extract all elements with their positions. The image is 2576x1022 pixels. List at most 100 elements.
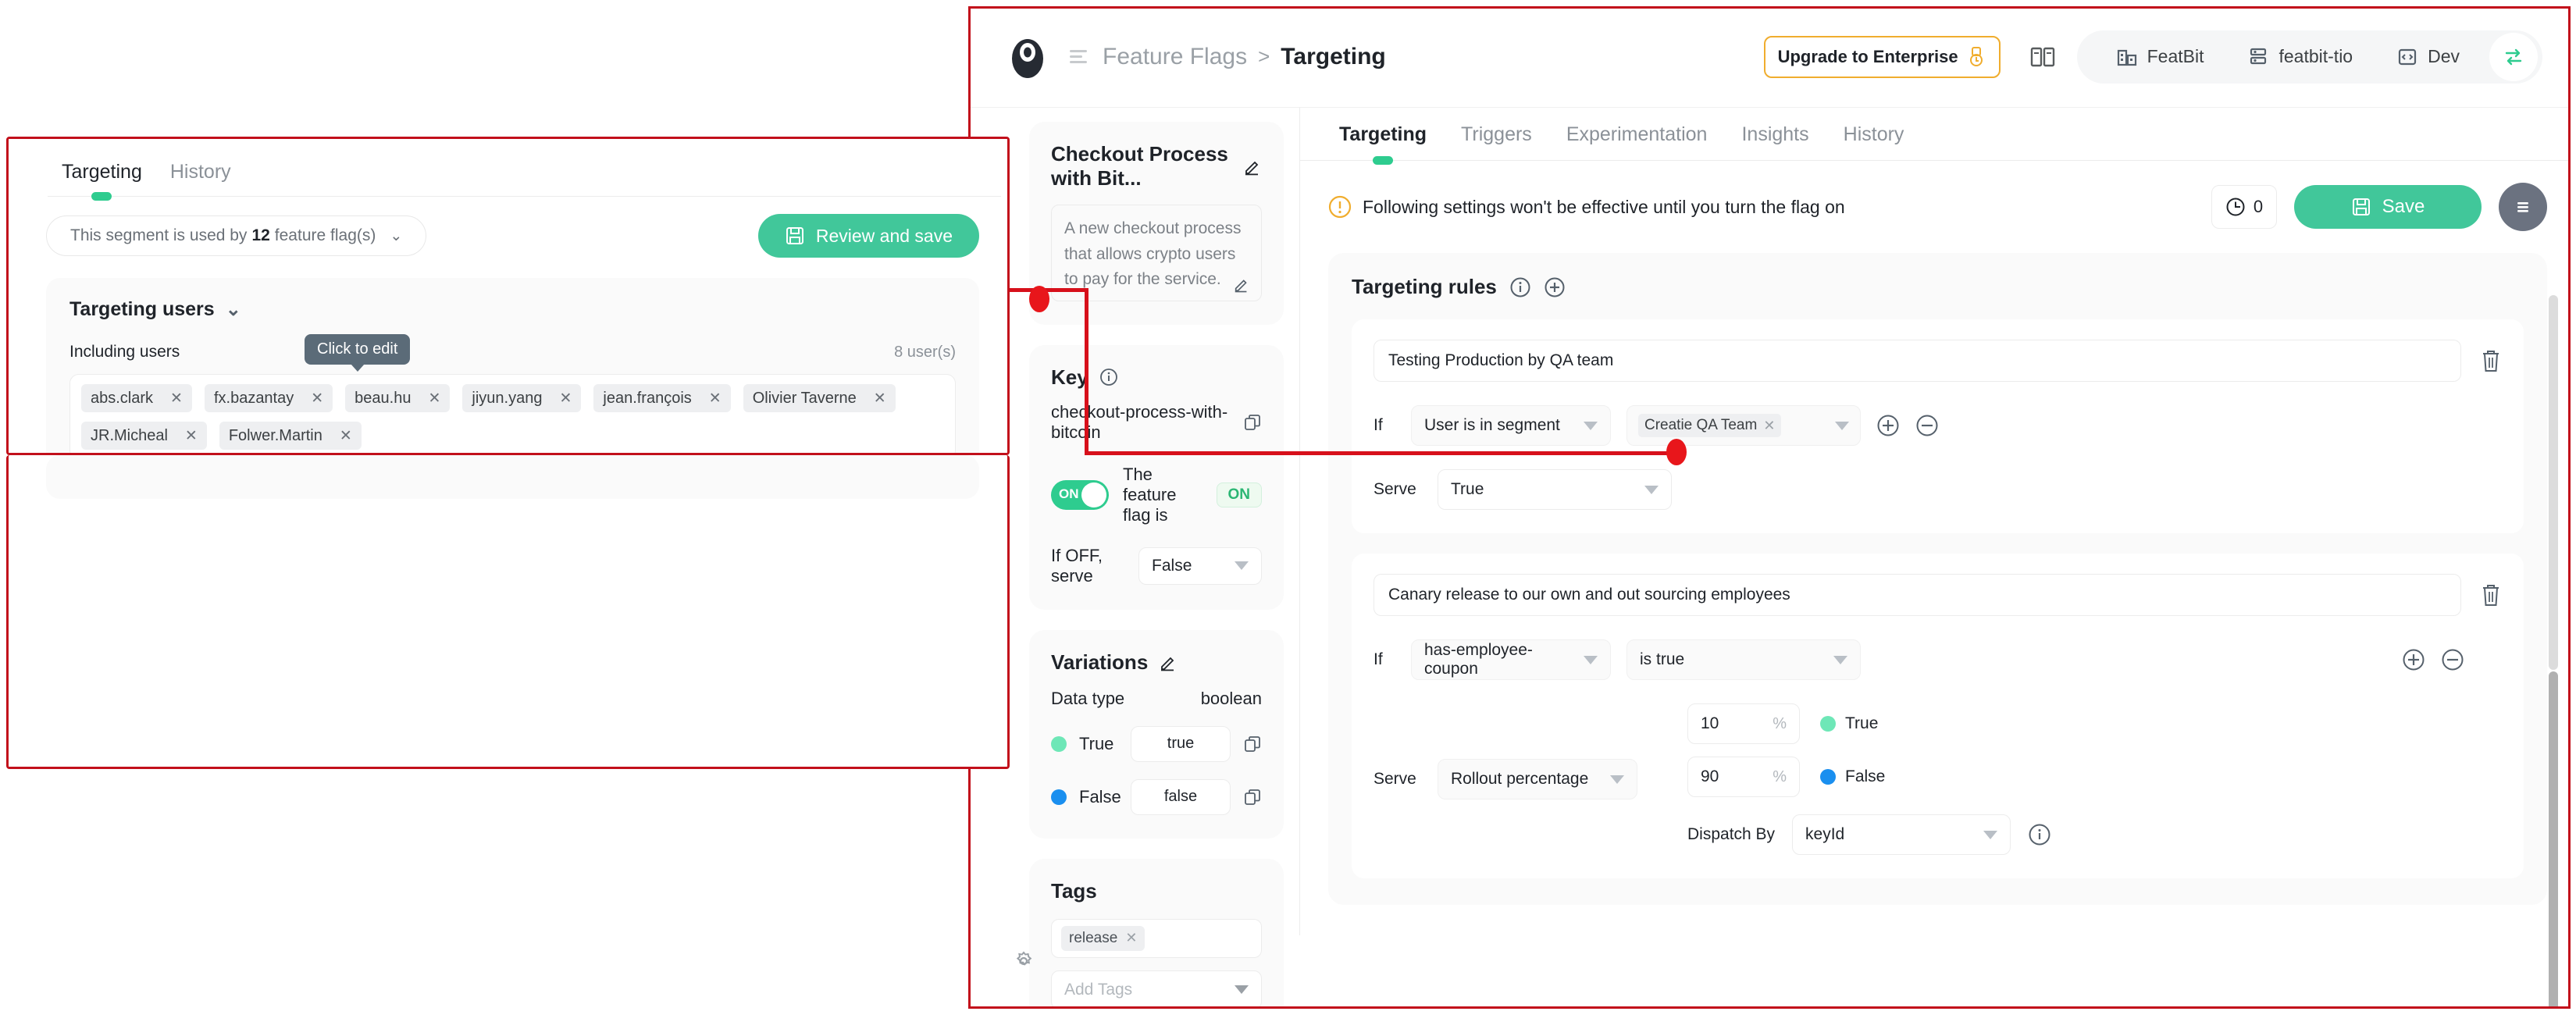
add-condition-icon[interactable] xyxy=(1876,414,1900,437)
edit-description-pencil-icon[interactable] xyxy=(1233,276,1250,293)
remove-tag-icon[interactable]: ✕ xyxy=(1125,930,1137,946)
app-window: Feature Flags > Targeting Upgrade to Ent… xyxy=(968,6,2571,1009)
rollout-variation-legend: False xyxy=(1820,767,1885,786)
remove-condition-icon[interactable] xyxy=(1915,414,1939,437)
remove-user-icon[interactable]: ✕ xyxy=(185,427,198,445)
copy-variation-icon[interactable] xyxy=(1243,788,1262,807)
rule-property-select[interactable]: User is in segment xyxy=(1411,405,1611,446)
including-users-chips[interactable]: abs.clark ✕ fx.bazantay ✕ beau.hu ✕ jiyun.y… xyxy=(69,334,956,453)
tab-targeting[interactable]: Targeting xyxy=(1322,123,1444,160)
edit-variations-pencil-icon[interactable] xyxy=(1159,653,1178,671)
percent-unit: % xyxy=(1773,714,1787,732)
delete-rule-icon[interactable] xyxy=(2480,582,2502,607)
swap-arrows-icon xyxy=(2505,48,2522,65)
chevron-down-icon xyxy=(1584,421,1598,430)
remove-user-icon[interactable]: ✕ xyxy=(709,390,721,408)
flag-key-card: Key checkout-process-with-bitcoin ON The… xyxy=(1029,344,1284,610)
copy-variation-icon[interactable] xyxy=(1243,735,1262,753)
tab-insights[interactable]: Insights xyxy=(1724,123,1826,160)
tab-experimentation[interactable]: Experimentation xyxy=(1549,123,1725,160)
breadcrumb-parent[interactable]: Feature Flags xyxy=(1103,44,1247,70)
add-tags-select[interactable]: Add Tags xyxy=(1051,970,1262,1009)
variation-value[interactable]: false xyxy=(1131,778,1231,815)
variations-card: Variations Data type boolean True true F… xyxy=(1029,629,1284,839)
rule-property-select[interactable]: has-employee-coupon xyxy=(1411,639,1611,680)
rule-operator-select[interactable]: is true xyxy=(1626,639,1861,680)
tags-title: Tags xyxy=(1051,878,1097,903)
variation-row: True true xyxy=(1051,725,1262,762)
targeting-users-title-row[interactable]: Targeting users ⌄ xyxy=(69,298,956,321)
pending-count: 0 xyxy=(2253,197,2264,216)
rule-condition-row: If User is in segment Creatie QA Team ✕ xyxy=(1374,405,2502,446)
vertical-scrollbar[interactable] xyxy=(2549,295,2558,1009)
key-value-row: checkout-process-with-bitcoin xyxy=(1051,402,1262,443)
breadcrumb: Feature Flags > Targeting xyxy=(1103,44,1386,70)
user-chip-label: Olivier Taverne xyxy=(752,389,857,407)
rule-name-input[interactable]: Canary release to our own and out sourci… xyxy=(1374,574,2461,616)
docs-book-icon[interactable] xyxy=(2029,43,2057,71)
header-actions: Upgrade to Enterprise FeatBit featbit-ti… xyxy=(1763,30,2571,84)
rule-name-input[interactable]: Testing Production by QA team xyxy=(1374,340,2461,382)
including-users-label: Including users xyxy=(69,343,180,361)
tags-field[interactable]: release ✕ xyxy=(1051,918,1262,958)
env-selector[interactable]: Dev xyxy=(2375,46,2482,68)
tooltip-text: Click to edit xyxy=(317,340,398,358)
chevron-down-icon[interactable]: ⌄ xyxy=(226,298,241,321)
add-rule-icon[interactable] xyxy=(1544,276,1566,298)
tab-triggers[interactable]: Triggers xyxy=(1444,123,1549,160)
featbit-logo-icon xyxy=(1012,38,1043,78)
scrollbar-track-upper xyxy=(2549,295,2558,670)
remove-user-icon[interactable]: ✕ xyxy=(340,427,352,445)
connector-line-bottom xyxy=(1085,451,1678,455)
settings-gear-icon[interactable] xyxy=(1013,950,1035,972)
rule-segment-select[interactable]: Creatie QA Team ✕ xyxy=(1626,405,1861,446)
tab-label: History xyxy=(1843,123,1904,145)
dispatch-by-select[interactable]: keyId xyxy=(1792,814,2011,855)
pending-changes-button[interactable]: 0 xyxy=(2211,185,2277,229)
more-actions-button[interactable] xyxy=(2499,183,2547,231)
if-off-serve-select[interactable]: False xyxy=(1138,547,1262,585)
save-button[interactable]: Save xyxy=(2294,185,2482,229)
variations-title: Variations xyxy=(1051,650,1149,674)
switch-environment-button[interactable] xyxy=(2489,32,2538,81)
rollout-percent-input[interactable]: 10 % xyxy=(1687,703,1800,744)
variation-value[interactable]: true xyxy=(1131,725,1231,762)
edit-title-pencil-icon[interactable] xyxy=(1243,157,1262,176)
remove-condition-icon[interactable] xyxy=(2441,648,2464,671)
targeting-users-card: Targeting users ⌄ Including users 8 user… xyxy=(46,278,979,453)
delete-rule-icon[interactable] xyxy=(2480,348,2502,373)
remove-user-icon[interactable]: ✕ xyxy=(559,390,572,408)
segment-tab-targeting[interactable]: Targeting xyxy=(48,161,156,196)
remove-user-icon[interactable]: ✕ xyxy=(874,390,886,408)
upgrade-to-enterprise-button[interactable]: Upgrade to Enterprise xyxy=(1763,35,2001,78)
rules-info-icon[interactable] xyxy=(1509,276,1531,298)
scrollbar-thumb[interactable] xyxy=(2549,671,2558,1009)
tab-history[interactable]: History xyxy=(1826,123,1922,160)
review-and-save-button[interactable]: Review and save xyxy=(757,214,979,258)
project-selector[interactable]: featbit-tio xyxy=(2225,46,2375,68)
segment-tab-history[interactable]: History xyxy=(156,161,245,196)
tab-label: Triggers xyxy=(1461,123,1532,145)
rule-serve-select[interactable]: True xyxy=(1438,469,1672,510)
remove-user-icon[interactable]: ✕ xyxy=(170,390,183,408)
org-selector[interactable]: FeatBit xyxy=(2094,46,2226,68)
flag-description-box[interactable]: A new checkout process that allows crypt… xyxy=(1051,205,1262,301)
serve-label: Serve xyxy=(1374,770,1416,788)
rule-serve-select[interactable]: Rollout percentage xyxy=(1438,759,1637,799)
remove-user-icon[interactable]: ✕ xyxy=(311,390,323,408)
review-and-save-label: Review and save xyxy=(815,225,953,246)
user-chip: jean.françois ✕ xyxy=(593,384,731,412)
segment-usage-chip[interactable]: This segment is used by 12 feature flag(… xyxy=(46,215,427,256)
key-info-icon[interactable] xyxy=(1099,368,1118,386)
dispatch-info-icon[interactable] xyxy=(2028,823,2051,846)
data-type-row: Data type boolean xyxy=(1051,689,1262,709)
rollout-percent-input[interactable]: 90 % xyxy=(1687,757,1800,797)
add-condition-icon[interactable] xyxy=(2402,648,2425,671)
remove-user-icon[interactable]: ✕ xyxy=(428,390,440,408)
flag-toggle-switch[interactable]: ON xyxy=(1051,479,1109,510)
remove-segment-icon[interactable]: ✕ xyxy=(1763,418,1775,434)
copy-key-icon[interactable] xyxy=(1243,413,1262,432)
menu-toggle-icon[interactable] xyxy=(1068,45,1092,69)
variation-row: False false xyxy=(1051,778,1262,815)
click-to-edit-tooltip: Click to edit xyxy=(305,334,411,372)
